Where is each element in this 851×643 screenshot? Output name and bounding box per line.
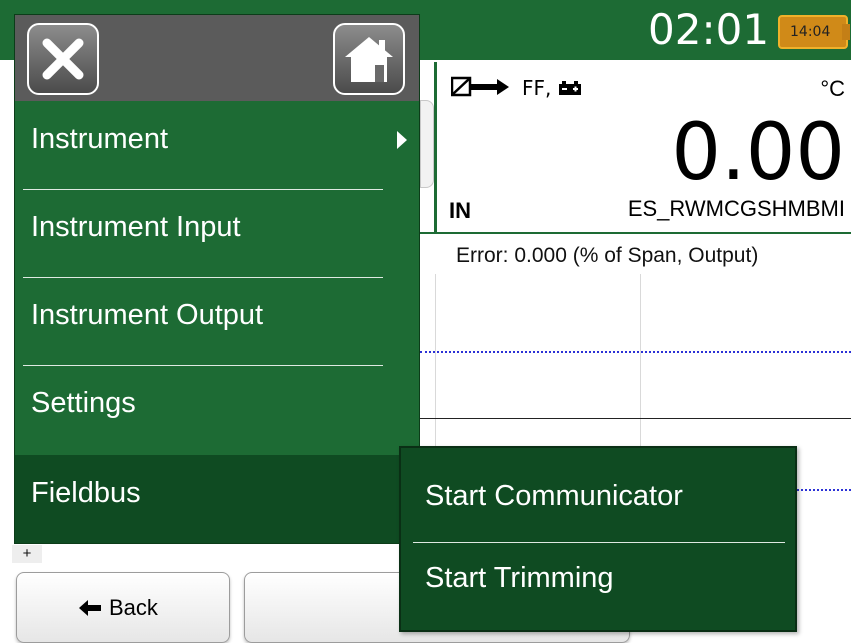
direction-label: IN <box>449 198 471 223</box>
instrument-tag: ES_RWMCGSHMBMI <box>627 196 845 221</box>
back-label: Back <box>109 595 158 620</box>
menu-item-label: Settings <box>31 387 136 419</box>
menu-item-fieldbus[interactable]: Fieldbus <box>15 455 419 543</box>
graph-limit-line <box>420 351 851 353</box>
submenu-item-label: Start Communicator <box>425 480 683 512</box>
menu-item-instrument[interactable]: Instrument <box>15 101 419 189</box>
panel-divider <box>420 232 851 234</box>
clock: 02:01 <box>648 5 770 54</box>
close-button[interactable] <box>27 23 99 95</box>
left-arrow-icon <box>79 600 101 616</box>
menu-item-settings[interactable]: Settings <box>15 365 419 453</box>
function-indicator: FF, <box>450 76 582 101</box>
menu-item-label: Instrument Input <box>31 211 241 243</box>
close-icon <box>42 38 84 80</box>
graph-zero-line <box>420 418 851 419</box>
battery-indicator: 14:04 <box>778 15 848 49</box>
menu-item-label: Instrument Output <box>31 299 264 331</box>
submenu-item-start-communicator[interactable]: Start Communicator <box>401 448 795 540</box>
measure-function-icon <box>450 76 509 97</box>
battery-tip <box>842 24 850 40</box>
unit-label: °C <box>820 76 845 101</box>
reading-value: 0.00 <box>671 108 845 198</box>
corner-marker: + <box>12 545 42 563</box>
menu-item-label: Instrument <box>31 123 168 155</box>
submenu-item-start-trimming[interactable]: Start Trimming <box>401 542 795 634</box>
home-icon <box>345 37 393 82</box>
submenu-item-label: Start Trimming <box>425 562 614 594</box>
function-text: FF, <box>522 76 552 100</box>
battery-icon <box>559 81 582 95</box>
home-button[interactable] <box>333 23 405 95</box>
battery-time: 14:04 <box>790 24 831 40</box>
menu-item-instrument-output[interactable]: Instrument Output <box>15 277 419 365</box>
chevron-right-icon <box>397 131 407 149</box>
menu-header <box>15 15 419 101</box>
error-readout: Error: 0.000 (% of Span, Output) <box>456 244 759 267</box>
fieldbus-submenu: Start Communicator Start Trimming <box>399 446 797 632</box>
back-button[interactable]: Back <box>16 572 230 643</box>
menu-item-label: Fieldbus <box>31 477 141 509</box>
measurement-panel[interactable]: FF, °C 0.00 IN ES_RWMCGSHMBMI <box>434 62 851 232</box>
main-menu: Instrument Instrument Input Instrument O… <box>14 14 420 544</box>
menu-item-instrument-input[interactable]: Instrument Input <box>15 189 419 277</box>
panel-edge <box>420 100 434 188</box>
